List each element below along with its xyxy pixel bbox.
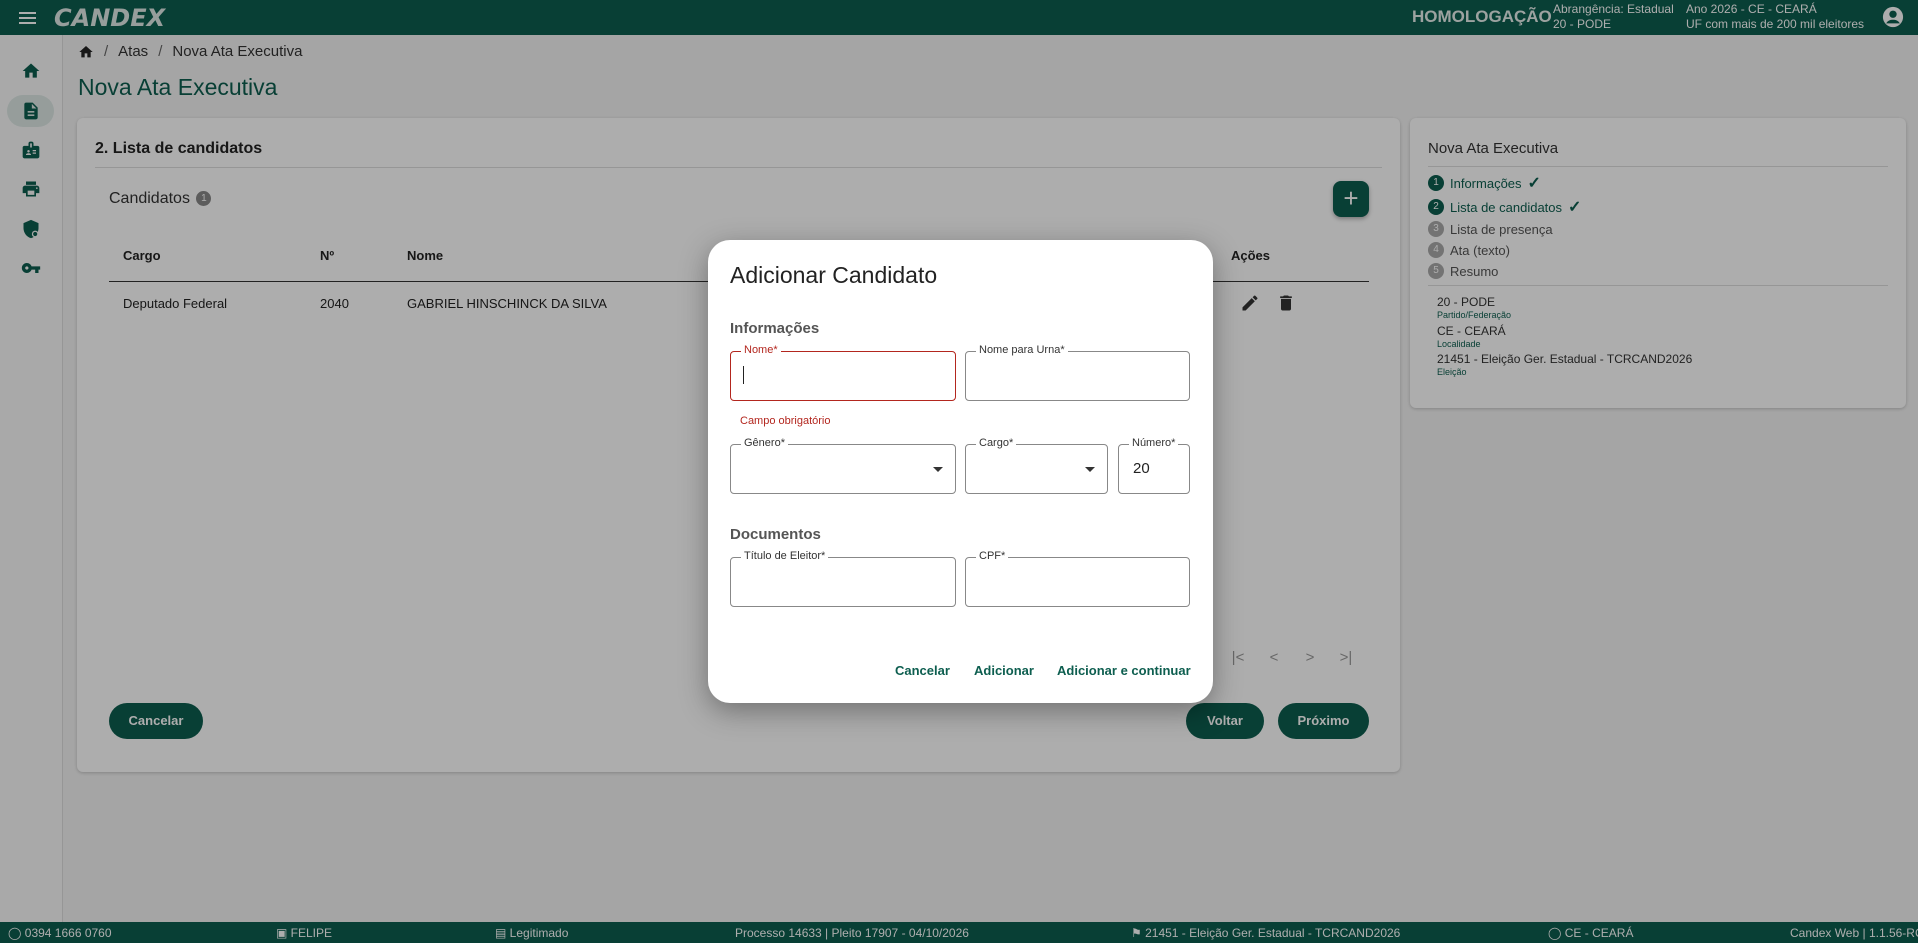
cpf-field[interactable]: CPF*	[965, 550, 1190, 607]
text-cursor	[743, 366, 744, 384]
nome-urna-field[interactable]: Nome para Urna*	[965, 344, 1190, 401]
genero-select[interactable]: Gênero*	[730, 437, 956, 494]
dialog-cancel-button[interactable]: Cancelar	[895, 663, 950, 678]
dialog-title: Adicionar Candidato	[730, 262, 938, 288]
cargo-select[interactable]: Cargo*	[965, 437, 1108, 494]
cpf-label: CPF*	[976, 550, 1009, 562]
section-documentos: Documentos	[730, 526, 821, 543]
add-candidate-dialog: Adicionar Candidato Informações Nome* No…	[708, 240, 1213, 703]
titulo-eleitor-field[interactable]: Título de Eleitor*	[730, 550, 956, 607]
numero-value: 20	[1133, 460, 1150, 477]
dropdown-arrow-icon	[933, 467, 943, 472]
nome-field[interactable]: Nome*	[730, 344, 956, 401]
genero-label: Gênero*	[741, 437, 788, 449]
dialog-add-continue-button[interactable]: Adicionar e continuar	[1057, 663, 1191, 678]
dialog-add-button[interactable]: Adicionar	[974, 663, 1034, 678]
section-informacoes: Informações	[730, 320, 820, 337]
numero-label: Número*	[1129, 437, 1179, 449]
titulo-eleitor-label: Título de Eleitor*	[741, 550, 829, 562]
numero-field[interactable]: Número* 20	[1118, 437, 1190, 494]
cargo-label: Cargo*	[976, 437, 1017, 449]
dropdown-arrow-icon	[1085, 467, 1095, 472]
nome-urna-label: Nome para Urna*	[976, 344, 1068, 356]
nome-label: Nome*	[741, 344, 781, 356]
nome-error-message: Campo obrigatório	[740, 415, 831, 427]
